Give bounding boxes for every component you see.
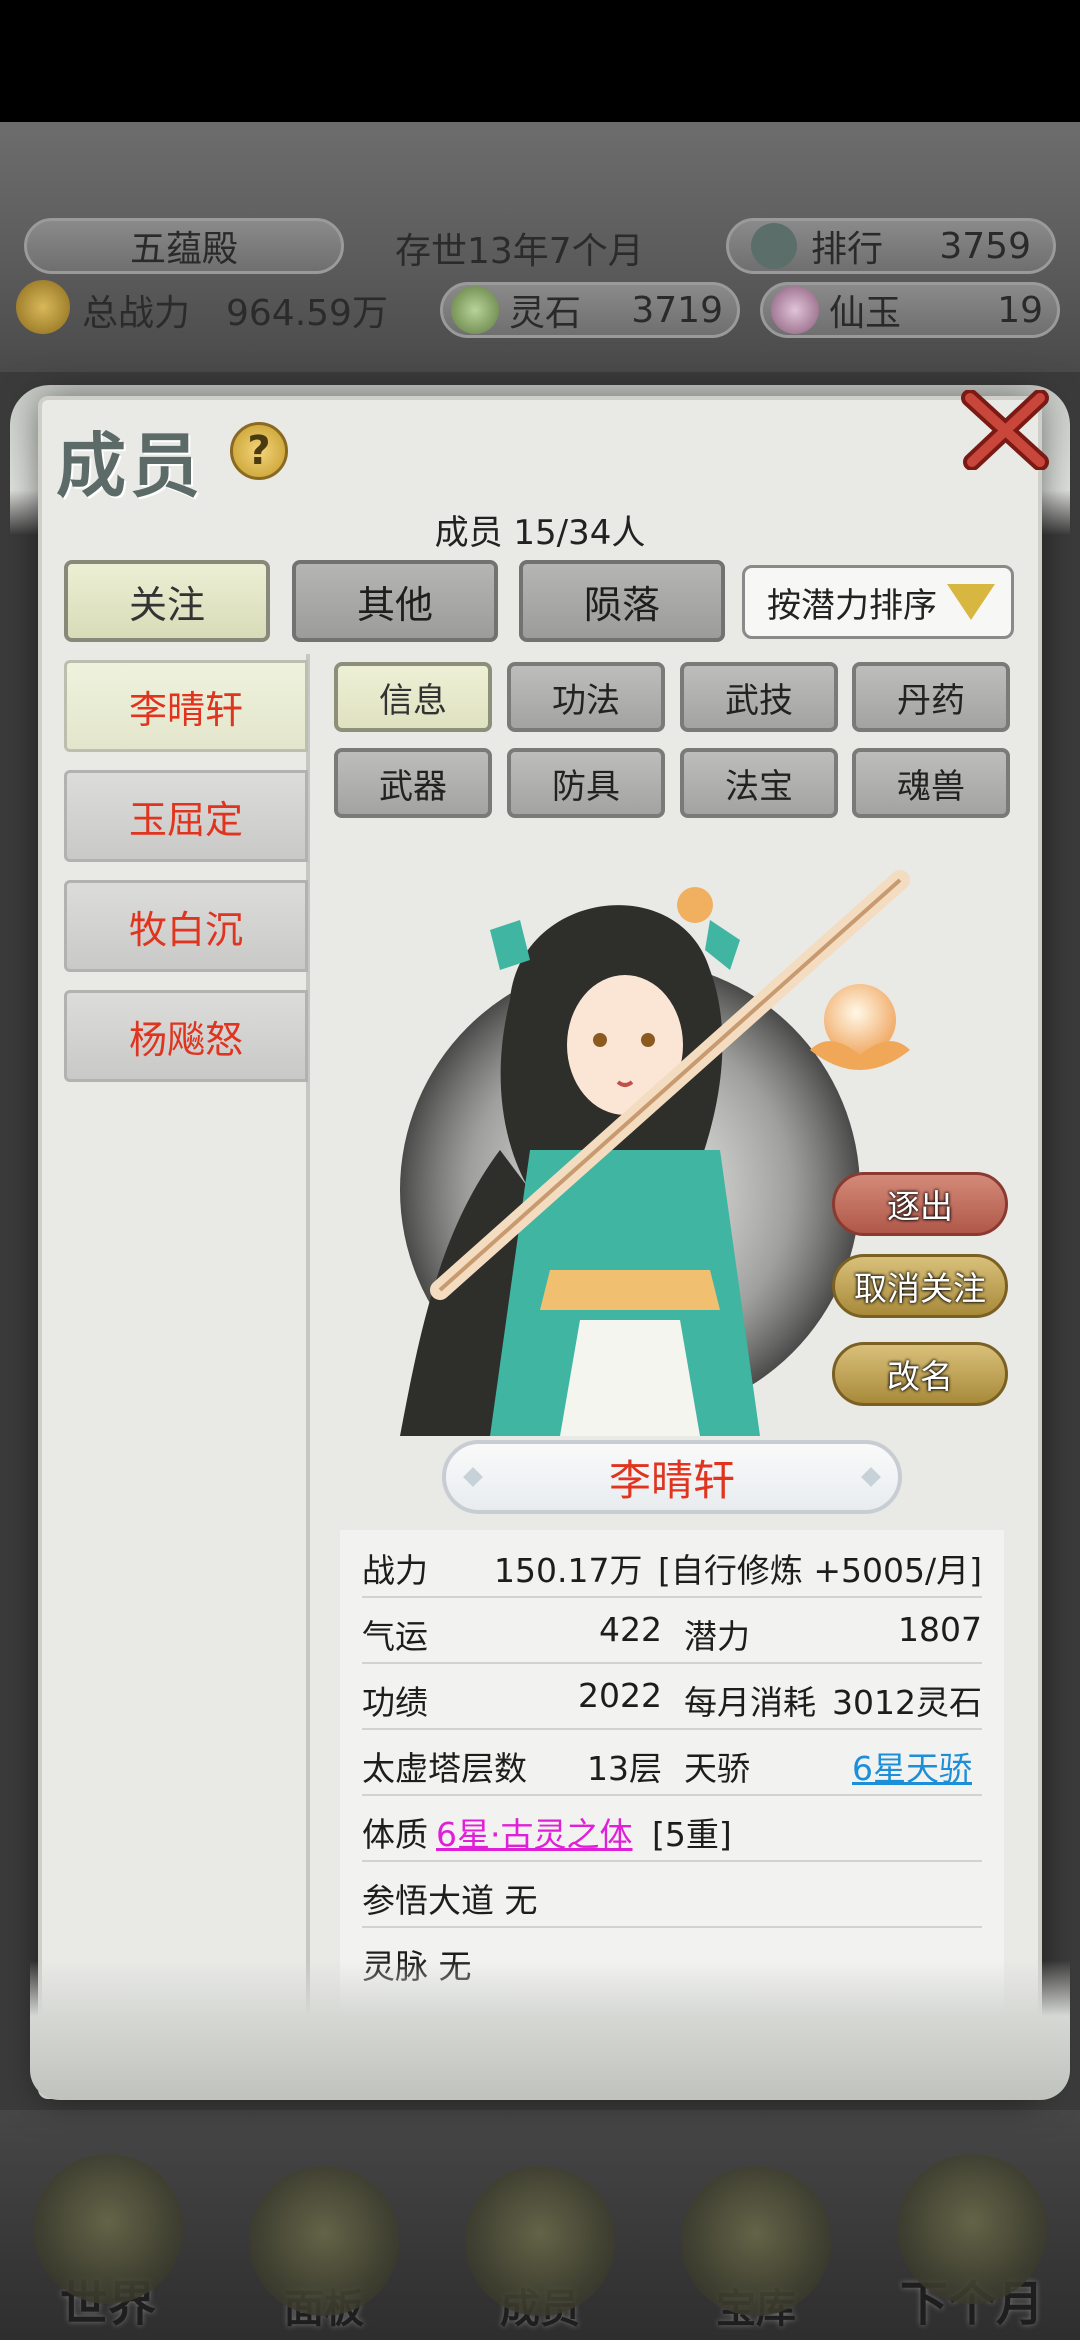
bottom-nav: 世界 面板 成员 宝库 下个月 (0, 2110, 1080, 2340)
total-power-label: 总战力 (82, 293, 191, 334)
unfollow-button[interactable]: 取消关注 (832, 1254, 1008, 1318)
jade-value: 19 (997, 289, 1043, 331)
subtab-artifacts[interactable]: 法宝 (680, 748, 838, 818)
member-item[interactable]: 杨飚怒 (64, 990, 308, 1082)
world-icon (33, 2154, 183, 2304)
merit-value: 2022 (578, 1676, 662, 1715)
stats-row-dao: 参悟大道 无 (362, 1860, 982, 1928)
subtab-martial-skills[interactable]: 武技 (680, 662, 838, 732)
help-button[interactable]: ? (230, 422, 288, 480)
spirit-stone-label: 灵石 (509, 293, 582, 334)
nav-next-month[interactable]: 下个月 (872, 2154, 1072, 2334)
stats-row-merit: 功绩 2022 每月消耗 3012灵石 (362, 1662, 982, 1730)
status-bar-area (0, 0, 1080, 122)
stats-row-tower: 太虚塔层数 13层 天骄 6星天骄 (362, 1728, 982, 1796)
close-icon (961, 389, 1049, 471)
total-power-value: 964.59万 (226, 293, 388, 334)
character-name: 李晴轩 (608, 1455, 735, 1505)
character-name-plate: 李晴轩 (442, 1440, 902, 1514)
dropdown-arrow-icon (947, 584, 995, 620)
dao-line: 参悟大道 无 (362, 1881, 538, 1920)
power-value: 150.17万 (494, 1551, 643, 1590)
body-label: 体质 (362, 1815, 428, 1854)
tab-fallen[interactable]: 陨落 (519, 560, 725, 642)
stats-row-power: 战力 150.17万 [自行修炼 +5005/月] (362, 1530, 982, 1598)
spirit-stone-pill: 灵石 3719 (440, 282, 740, 338)
dialog-title: 成员 (56, 424, 204, 507)
monthly-cost-label: 每月消耗 (684, 1683, 816, 1722)
potential-label: 潜力 (684, 1617, 750, 1656)
body-type-link[interactable]: 6星·古灵之体 (436, 1808, 633, 1856)
nav-members[interactable]: 成员 (440, 2166, 640, 2334)
member-item[interactable]: 玉屈定 (64, 770, 308, 862)
monthly-cost-value: 3012灵石 (832, 1683, 982, 1722)
modal-bottom-cloud-decoration (30, 1960, 1070, 2100)
member-count: 成员 15/34人 (434, 513, 646, 553)
stats-row-luck: 气运 422 潜力 1807 (362, 1596, 982, 1664)
subtab-armor[interactable]: 防具 (507, 748, 665, 818)
jade-icon (771, 286, 819, 334)
close-button[interactable] (960, 389, 1050, 471)
sect-name: 五蕴殿 (129, 229, 238, 270)
members-icon (465, 2166, 615, 2316)
total-power-icon (16, 280, 70, 334)
nav-treasury[interactable]: 宝库 (656, 2166, 856, 2334)
tower-value: 13层 (587, 1749, 662, 1788)
tab-following[interactable]: 关注 (64, 560, 270, 642)
potential-value: 1807 (898, 1610, 982, 1649)
member-item[interactable]: 李晴轩 (64, 660, 308, 752)
talent-label: 天骄 (684, 1749, 750, 1788)
spirit-stone-value: 3719 (631, 289, 723, 331)
rank-value: 3759 (939, 225, 1031, 267)
diamond-ornament-icon (861, 1467, 881, 1487)
luck-value: 422 (599, 1610, 662, 1649)
jade-pill: 仙玉 19 (760, 282, 1060, 338)
talent-link[interactable]: 6星天骄 (852, 1742, 972, 1790)
rank-icon (751, 223, 797, 269)
training-info: [自行修炼 +5005/月] (658, 1551, 982, 1590)
expel-button[interactable]: 逐出 (832, 1172, 1008, 1236)
stats-row-body: 体质 6星·古灵之体 [5重] (362, 1794, 982, 1862)
game-header: 五蕴殿 存世13年7个月 排行 3759 总战力 964.59万 灵石 3719… (0, 122, 1080, 372)
subtab-info[interactable]: 信息 (334, 662, 492, 732)
tab-other[interactable]: 其他 (292, 560, 498, 642)
treasury-icon (681, 2166, 831, 2316)
jade-label: 仙玉 (829, 293, 902, 334)
sect-name-pill: 五蕴殿 (24, 218, 344, 274)
subtab-techniques[interactable]: 功法 (507, 662, 665, 732)
body-level: [5重] (652, 1815, 732, 1854)
sort-dropdown[interactable]: 按潜力排序 (742, 565, 1014, 639)
subtab-pills[interactable]: 丹药 (852, 662, 1010, 732)
stats-table: 战力 150.17万 [自行修炼 +5005/月] 气运 422 潜力 1807… (340, 1530, 1004, 2012)
nav-panel[interactable]: 面板 (224, 2166, 424, 2334)
rank-pill[interactable]: 排行 3759 (726, 218, 1056, 274)
next-month-icon (897, 2154, 1047, 2304)
panel-icon (249, 2166, 399, 2316)
subtab-spirit-beasts[interactable]: 魂兽 (852, 748, 1010, 818)
subtab-weapons[interactable]: 武器 (334, 748, 492, 818)
diamond-ornament-icon (463, 1467, 483, 1487)
spirit-stone-icon (451, 286, 499, 334)
nav-world[interactable]: 世界 (8, 2154, 208, 2334)
rename-button[interactable]: 改名 (832, 1342, 1008, 1406)
sort-label: 按潜力排序 (767, 585, 937, 626)
sect-age: 存世13年7个月 (395, 231, 644, 272)
member-item[interactable]: 牧白沉 (64, 880, 308, 972)
rank-label: 排行 (811, 229, 884, 270)
power-label: 战力 (362, 1551, 428, 1590)
